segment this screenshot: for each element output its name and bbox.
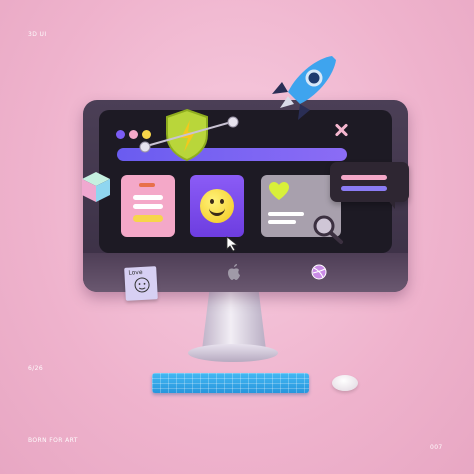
smiley-icon xyxy=(200,189,234,223)
sticky-note: Love xyxy=(124,266,158,301)
chat-bubble-line-purple xyxy=(341,186,387,191)
apple-logo-icon xyxy=(228,264,240,280)
rocket-icon xyxy=(272,56,336,120)
card-gray-bar xyxy=(268,220,296,224)
card-pink-bar xyxy=(133,204,163,209)
mouse xyxy=(332,375,358,391)
keyboard xyxy=(152,373,309,393)
monitor-stand xyxy=(202,288,266,350)
dribbble-icon xyxy=(311,264,327,280)
card-pink-bar xyxy=(133,195,163,200)
chat-bubble-tail xyxy=(387,199,395,209)
card-pink-button xyxy=(133,215,163,222)
doodle-face-icon xyxy=(134,277,150,293)
monitor-stand-base xyxy=(188,344,278,362)
card-pink-bar-dots xyxy=(139,183,155,187)
window-dot-purple xyxy=(116,130,125,139)
chat-bubble xyxy=(330,162,409,202)
label-3d-ui: 3D UI xyxy=(28,31,47,38)
cube-icon xyxy=(82,172,110,202)
label-number: 007 xyxy=(430,444,443,451)
cursor-icon xyxy=(226,236,239,252)
label-tagline: BORN FOR ART xyxy=(28,437,78,444)
label-page-count: 6/26 xyxy=(28,365,44,372)
chat-bubble-line-pink xyxy=(341,175,387,180)
card-gray-bar xyxy=(268,212,304,216)
heart-icon xyxy=(269,182,289,200)
search-icon[interactable] xyxy=(312,215,344,245)
orbit-ring xyxy=(139,116,239,153)
